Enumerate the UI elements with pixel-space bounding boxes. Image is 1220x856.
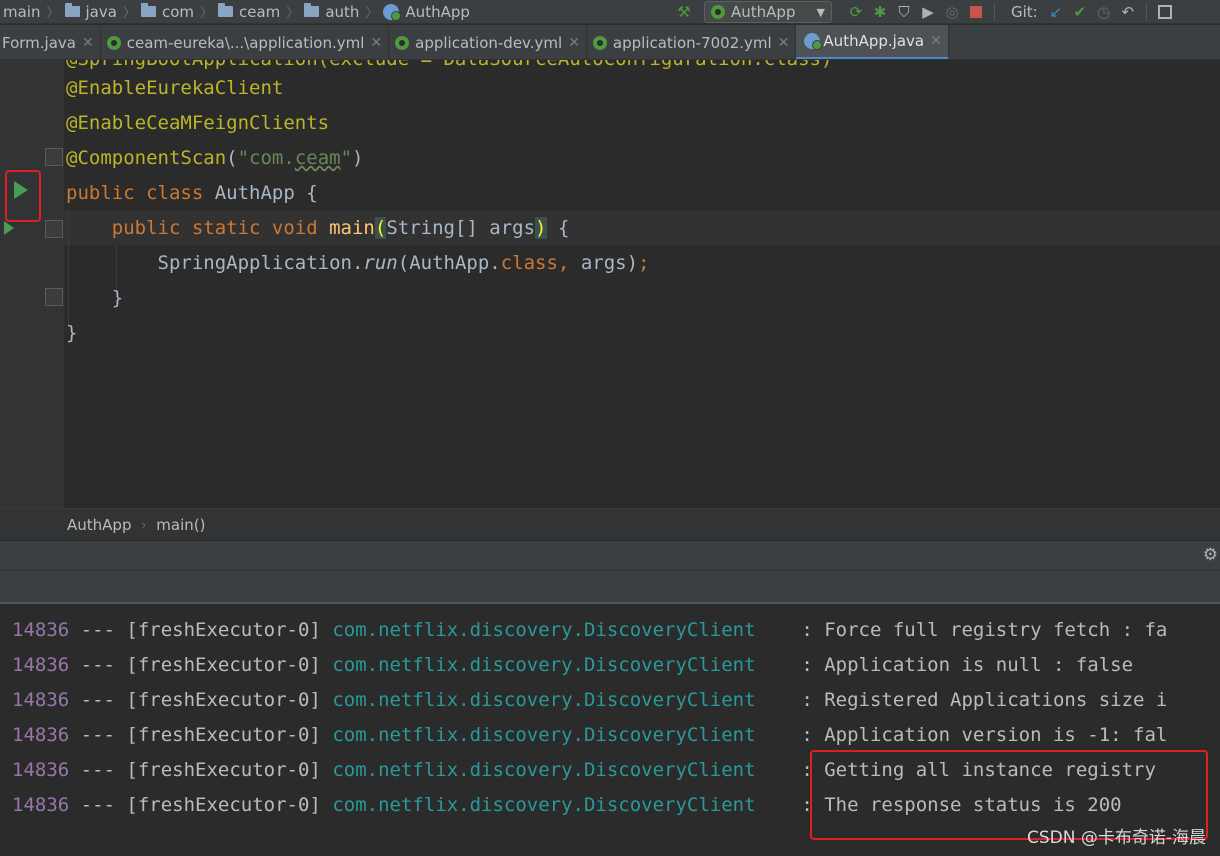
- debug-bug-icon[interactable]: ✱: [868, 0, 892, 24]
- spring-config-icon: [395, 35, 410, 50]
- folder-icon: [140, 3, 156, 17]
- chevron-right-icon: 〉: [286, 6, 300, 21]
- chevron-right-icon: 〉: [122, 6, 136, 21]
- code-line-annotation-feign: @EnableCeaMFeignClients: [66, 112, 330, 134]
- tab-label: application-dev.yml: [415, 33, 563, 52]
- chevron-right-icon: ›: [141, 517, 147, 532]
- code-line-class-declaration: public class AuthApp {: [66, 182, 318, 204]
- stop-icon[interactable]: [964, 0, 988, 24]
- code-line-main-method: public static void main(String[] args) {: [111, 217, 570, 239]
- tab-label: ceam-eureka\...\application.yml: [126, 33, 365, 52]
- run-tool-window-header: ⚙: [0, 540, 1220, 570]
- log-line: 14836 --- [freshExecutor-0] com.netflix.…: [12, 654, 1134, 676]
- run-main-icon[interactable]: [0, 213, 24, 243]
- console-output[interactable]: 14836 --- [freshExecutor-0] com.netflix.…: [0, 606, 1220, 856]
- chevron-right-icon: 〉: [365, 6, 379, 21]
- close-icon[interactable]: ✕: [568, 35, 580, 51]
- log-line: 14836 --- [freshExecutor-0] com.netflix.…: [12, 724, 1168, 746]
- chevron-down-icon: ▼: [816, 5, 825, 19]
- code-line-close-class: }: [66, 322, 78, 344]
- code-editor[interactable]: @SpringBootApplication(exclude = DataSou…: [0, 60, 1220, 508]
- toolbar-divider: [994, 3, 995, 21]
- chevron-right-icon: 〉: [46, 6, 60, 21]
- git-update-icon[interactable]: ↙: [1044, 0, 1068, 24]
- tab-form-java[interactable]: Form.java ✕: [0, 25, 101, 59]
- run-configuration-label: AuthApp: [731, 3, 796, 21]
- breadcrumb-main[interactable]: main: [0, 0, 43, 24]
- close-icon[interactable]: ✕: [370, 35, 382, 51]
- watermark: CSDN @卡布奇诺-海晨: [1026, 828, 1206, 848]
- tab-label: AuthApp.java: [823, 32, 925, 50]
- git-label: Git:: [1011, 3, 1038, 21]
- code-line-close-method: }: [111, 287, 124, 309]
- editor-breadcrumb: AuthApp › main(): [0, 508, 1220, 540]
- run-configuration-select[interactable]: AuthApp ▼: [704, 1, 832, 23]
- tab-label: application-7002.yml: [612, 33, 772, 52]
- folder-icon: [218, 3, 234, 17]
- spring-class-icon: [383, 3, 402, 21]
- breadcrumb-auth[interactable]: auth: [302, 0, 362, 24]
- attach-debugger-icon[interactable]: ◎: [940, 0, 964, 24]
- breadcrumb-method[interactable]: main(): [156, 516, 205, 534]
- close-icon[interactable]: ✕: [82, 35, 94, 51]
- code-line-annotation-componentscan: @ComponentScan("com.ceam"): [66, 147, 364, 169]
- code-line-run-call: SpringApplication.run(AuthApp.class, arg…: [157, 252, 650, 274]
- navigation-bar: main 〉 java 〉 com 〉 ceam 〉 auth 〉 AuthAp…: [0, 0, 1220, 24]
- log-line: 14836 --- [freshExecutor-0] com.netflix.…: [12, 619, 1168, 641]
- close-icon[interactable]: ✕: [930, 33, 942, 49]
- tab-application-7002-yml[interactable]: application-7002.yml ✕: [587, 25, 797, 59]
- tab-eureka-application-yml[interactable]: ceam-eureka\...\application.yml ✕: [101, 25, 390, 59]
- spring-config-icon: [711, 5, 725, 19]
- main-toolbar: ⚒ AuthApp ▼ ⟳ ✱ ⛉ ▶ ◎ Git: ↙ ✔ ◷ ↶: [672, 0, 1177, 24]
- code-line-annotation-eureka: @EnableEurekaClient: [66, 77, 284, 99]
- chevron-right-icon: 〉: [200, 6, 214, 21]
- coverage-shield-icon[interactable]: ⛉: [892, 0, 916, 24]
- folder-icon: [304, 3, 320, 17]
- fold-marker[interactable]: [45, 220, 63, 238]
- run-tool-window-toolbar: [0, 570, 1220, 604]
- breadcrumb-java[interactable]: java: [63, 0, 120, 24]
- git-commit-check-icon[interactable]: ✔: [1068, 0, 1092, 24]
- editor-gutter: [0, 60, 64, 508]
- breadcrumb-com[interactable]: com: [139, 0, 197, 24]
- spring-config-icon: [592, 35, 607, 50]
- breadcrumb-ceam[interactable]: ceam: [216, 0, 283, 24]
- tab-application-dev-yml[interactable]: application-dev.yml ✕: [389, 25, 587, 59]
- fold-marker[interactable]: [45, 288, 63, 306]
- tab-authapp-java[interactable]: AuthApp.java ✕: [796, 25, 949, 59]
- project-structure-icon[interactable]: [1153, 0, 1177, 24]
- spring-class-icon: [804, 33, 823, 50]
- folder-icon: [64, 3, 80, 17]
- breadcrumb-authapp[interactable]: AuthApp: [381, 0, 472, 24]
- rerun-icon[interactable]: ⟳: [844, 0, 868, 24]
- git-history-clock-icon[interactable]: ◷: [1092, 0, 1116, 24]
- build-hammer-icon[interactable]: ⚒: [672, 0, 696, 24]
- editor-tab-bar: Form.java ✕ ceam-eureka\...\application.…: [0, 25, 1220, 60]
- spring-config-icon: [106, 35, 121, 50]
- fold-marker[interactable]: [45, 148, 63, 166]
- close-icon[interactable]: ✕: [778, 35, 790, 51]
- profile-run-icon[interactable]: ▶: [916, 0, 940, 24]
- tab-label: Form.java: [2, 33, 76, 52]
- log-line: 14836 --- [freshExecutor-0] com.netflix.…: [12, 689, 1168, 711]
- gear-icon[interactable]: ⚙: [1203, 545, 1218, 565]
- breadcrumb-class[interactable]: AuthApp: [67, 516, 131, 534]
- toolbar-divider: [1145, 3, 1147, 21]
- git-rollback-icon[interactable]: ↶: [1116, 0, 1140, 24]
